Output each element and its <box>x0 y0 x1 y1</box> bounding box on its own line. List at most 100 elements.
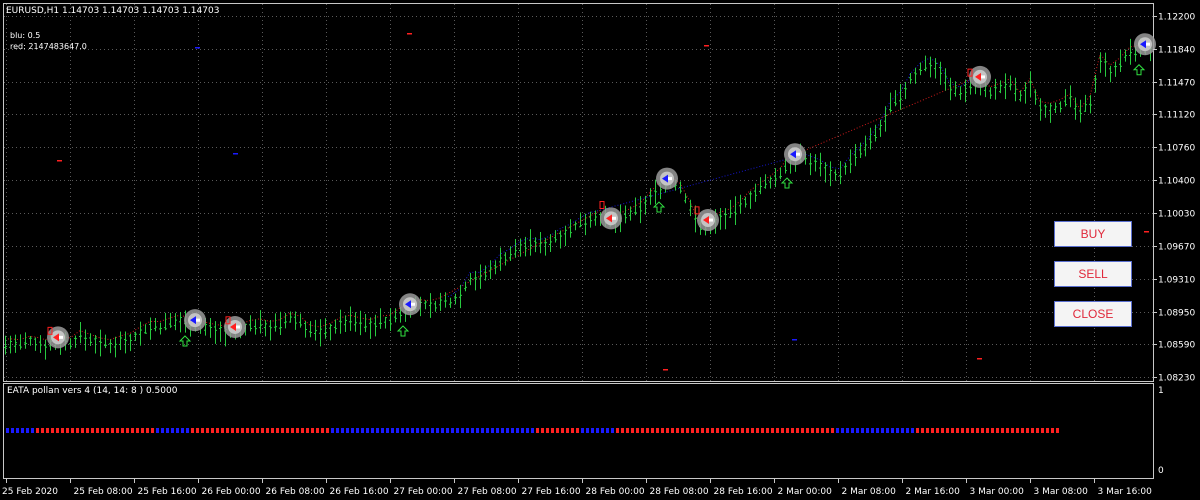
indicator-bar <box>891 428 894 433</box>
indicator-bar <box>31 428 34 433</box>
indicator-bar <box>61 428 64 433</box>
indicator-bar <box>806 428 809 433</box>
indicator-bar <box>686 428 689 433</box>
price-bar <box>209 317 212 338</box>
price-bar <box>644 195 647 215</box>
indicator-bar <box>956 428 959 433</box>
price-bar <box>329 323 332 341</box>
indicator-bar <box>631 428 634 433</box>
indicator-bar <box>66 428 69 433</box>
indicator-bar <box>211 428 214 433</box>
price-bar <box>529 229 532 256</box>
indicator-bar <box>436 428 439 433</box>
price-bar <box>354 312 357 332</box>
price-bar <box>734 196 737 225</box>
price-bar <box>1039 98 1042 121</box>
indicator-bar <box>936 428 939 433</box>
buy-button[interactable]: BUY <box>1054 221 1132 247</box>
indicator-bar <box>216 428 219 433</box>
price-bar <box>514 239 517 258</box>
indicator-bar <box>746 428 749 433</box>
price-bar <box>179 312 182 333</box>
indicator-bar <box>86 428 89 433</box>
indicator-bar <box>781 428 784 433</box>
level-dash <box>195 47 200 49</box>
indicator-bar <box>21 428 24 433</box>
indicator-bar <box>1026 428 1029 433</box>
price-bar <box>349 306 352 331</box>
indicator-bar <box>491 428 494 433</box>
price-bar <box>119 331 122 350</box>
price-bar <box>594 210 597 226</box>
price-bar <box>1119 49 1122 72</box>
indicator-bar <box>796 428 799 433</box>
indicator-bar <box>306 428 309 433</box>
indicator-bar <box>916 428 919 433</box>
indicator-bar <box>406 428 409 433</box>
indicator-bar <box>156 428 159 433</box>
y-tick-label: 1.10400 <box>1158 177 1195 187</box>
indicator-bar <box>596 428 599 433</box>
x-tick-label: 28 Feb 00:00 <box>586 487 645 497</box>
indicator-bar <box>96 428 99 433</box>
indicator-bar <box>201 428 204 433</box>
indicator-bar <box>341 428 344 433</box>
price-bar <box>844 162 847 175</box>
x-tick-label: 25 Feb 16:00 <box>138 487 197 497</box>
price-bar <box>949 77 952 101</box>
price-bar <box>754 183 757 202</box>
indicator-bar <box>581 428 584 433</box>
indicator-bar <box>161 428 164 433</box>
price-bar <box>459 284 462 309</box>
indicator-bar <box>766 428 769 433</box>
indicator-bar <box>141 428 144 433</box>
indicator-bar <box>711 428 714 433</box>
chart-canvas[interactable]: 1.12200 1.11840 1.11470 1.11120 1.10760 1.104… <box>0 0 1200 500</box>
price-bar <box>1014 77 1017 102</box>
indicator-bar <box>316 428 319 433</box>
indicator-bar <box>376 428 379 433</box>
indicator-bar <box>386 428 389 433</box>
price-bar <box>1049 103 1052 123</box>
price-bar <box>1114 61 1117 77</box>
indicator-bar <box>941 428 944 433</box>
level-dash <box>1144 231 1149 233</box>
indicator-bar <box>351 428 354 433</box>
close-button[interactable]: CLOSE <box>1054 301 1132 327</box>
indicator-bar <box>231 428 234 433</box>
indicator-bar <box>926 428 929 433</box>
indicator-bar <box>466 428 469 433</box>
price-bar <box>259 310 262 334</box>
indicator-bar <box>551 428 554 433</box>
sell-button[interactable]: SELL <box>1054 261 1132 287</box>
price-bar <box>719 207 722 230</box>
indicator-bar <box>531 428 534 433</box>
indicator-bar <box>221 428 224 433</box>
indicator-bar <box>701 428 704 433</box>
price-bar <box>1069 85 1072 108</box>
price-bar <box>424 300 427 310</box>
green-up-arrow-icon <box>1132 64 1146 76</box>
price-bar <box>109 339 112 354</box>
price-bar <box>344 315 347 333</box>
indicator-bar <box>206 428 209 433</box>
indicator-bar <box>856 428 859 433</box>
price-bar <box>654 179 657 205</box>
indicator-bar <box>356 428 359 433</box>
indicator-bar <box>146 428 149 433</box>
indicator-bar <box>46 428 49 433</box>
x-tick-label: 2 Mar 08:00 <box>842 487 897 497</box>
price-bar <box>729 199 732 218</box>
indicator-title: EATA pollan vers 4 (14, 14: 8 ) 0.5000 <box>7 386 178 396</box>
indicator-bar <box>261 428 264 433</box>
price-bar <box>389 308 392 331</box>
indicator-bar <box>846 428 849 433</box>
indicator-bar <box>291 428 294 433</box>
price-bar <box>749 191 752 209</box>
x-tick-label: 26 Feb 08:00 <box>266 487 325 497</box>
indicator-bar <box>181 428 184 433</box>
indicator-bar <box>626 428 629 433</box>
price-bar <box>174 313 177 331</box>
price-bar <box>144 324 147 334</box>
indicator-bar <box>651 428 654 433</box>
